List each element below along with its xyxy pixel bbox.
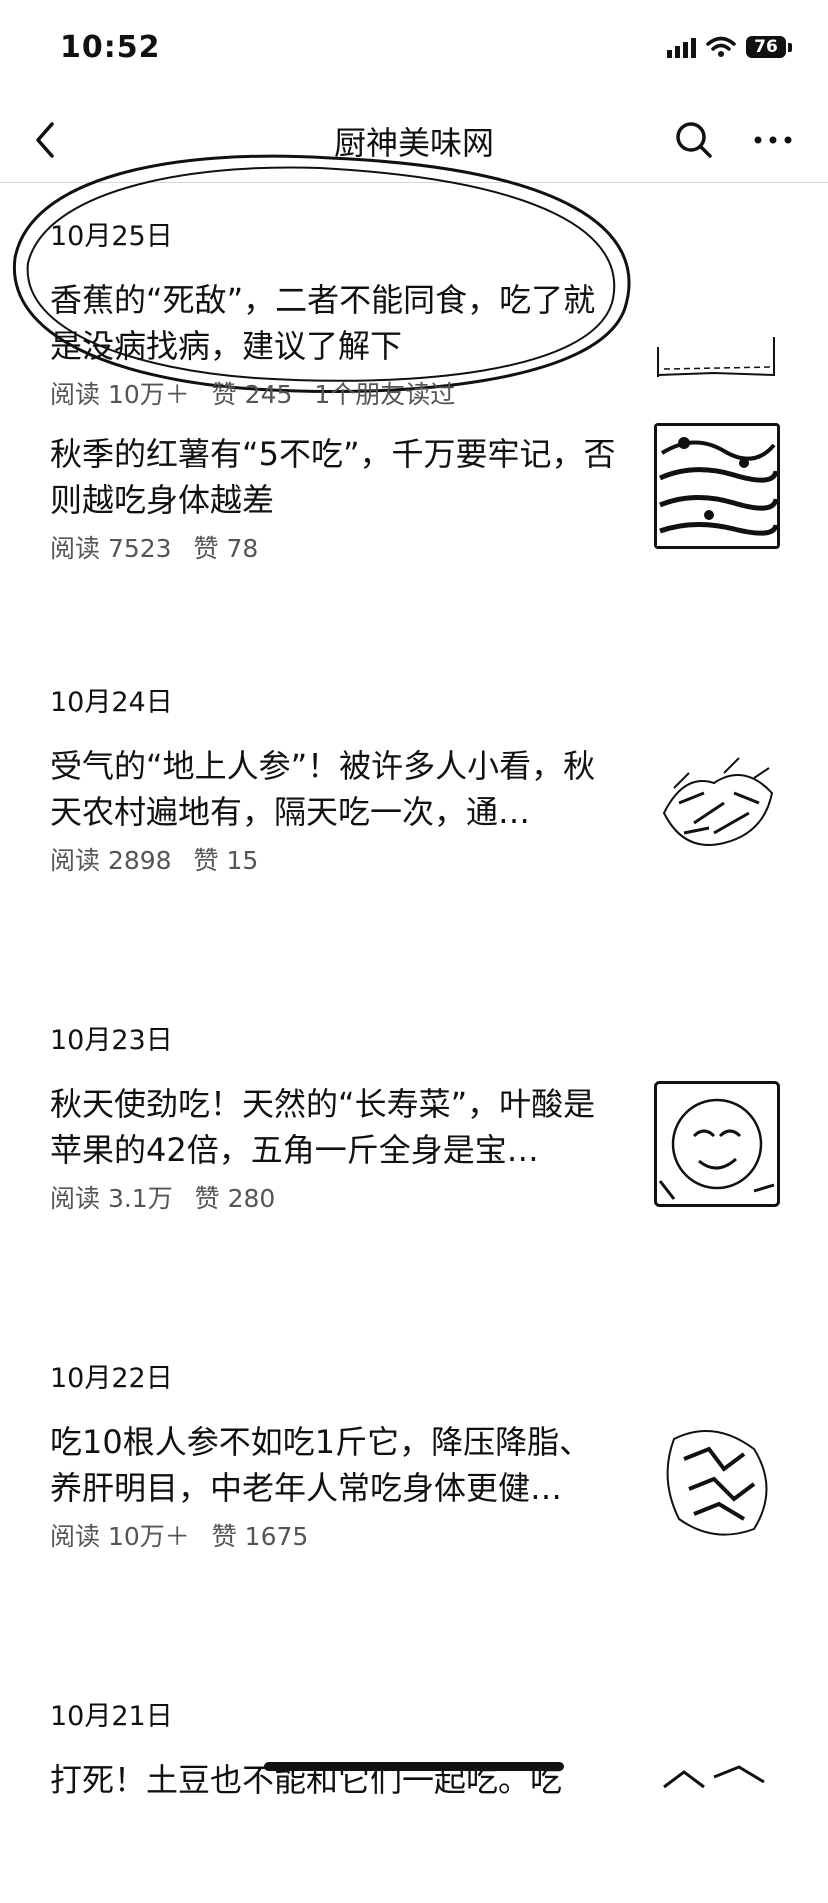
article-thumbnail xyxy=(654,423,780,549)
day-group: 10月24日 受气的“地上人参”！被许多人小看，秋天农村遍地有，隔天吃一次，通…… xyxy=(0,671,828,889)
read-count: 阅读 10万＋ xyxy=(50,1522,190,1551)
like-count: 赞 245 xyxy=(211,380,293,409)
article-title: 秋季的红薯有“5不吃”，千万要牢记，否则越吃身体越差 xyxy=(50,435,616,519)
article-meta: 阅读 7523 赞 78 xyxy=(50,529,272,565)
read-count: 阅读 2898 xyxy=(50,846,172,875)
status-icons: 76 xyxy=(667,36,792,58)
day-group: 10月21日 打死！土豆也不能和它们一起吃。吃 xyxy=(0,1685,828,1903)
day-group: 10月23日 秋天使劲吃！天然的“长寿菜”，叶酸是苹果的42倍，五角一斤全身是宝… xyxy=(0,1009,828,1227)
article-item[interactable]: 秋天使劲吃！天然的“长寿菜”，叶酸是苹果的42倍，五角一斤全身是宝… 阅读 3.… xyxy=(0,1073,828,1227)
article-item[interactable]: 吃10根人参不如吃1斤它，降压降脂、养肝明目，中老年人常吃身体更健… 阅读 10… xyxy=(0,1411,828,1565)
date-label: 10月24日 xyxy=(50,687,173,718)
article-meta: 阅读 3.1万 赞 280 xyxy=(50,1179,289,1215)
article-thumbnail xyxy=(654,1757,780,1883)
article-meta: 阅读 10万＋ 赞 1675 xyxy=(50,1517,322,1553)
like-count: 赞 78 xyxy=(193,534,259,563)
date-label: 10月22日 xyxy=(50,1363,173,1394)
date-label: 10月23日 xyxy=(50,1025,173,1056)
battery-level: 76 xyxy=(746,36,786,58)
article-title: 秋天使劲吃！天然的“长寿菜”，叶酸是苹果的42倍，五角一斤全身是宝… xyxy=(50,1085,596,1169)
search-icon[interactable] xyxy=(672,118,716,162)
article-title: 受气的“地上人参”！被许多人小看，秋天农村遍地有，隔天吃一次，通… xyxy=(50,747,596,831)
date-label: 10月25日 xyxy=(50,221,173,252)
like-count: 赞 280 xyxy=(194,1184,276,1213)
home-indicator[interactable] xyxy=(264,1762,564,1771)
date-label: 10月21日 xyxy=(50,1701,173,1732)
like-count: 赞 1675 xyxy=(211,1522,309,1551)
nav-divider xyxy=(0,182,828,183)
article-meta: 阅读 2898 赞 15 xyxy=(50,841,272,877)
day-group: 10月22日 吃10根人参不如吃1斤它，降压降脂、养肝明目，中老年人常吃身体更健… xyxy=(0,1347,828,1565)
battery-icon: 76 xyxy=(746,36,792,58)
article-item[interactable]: 受气的“地上人参”！被许多人小看，秋天农村遍地有，隔天吃一次，通… 阅读 289… xyxy=(0,735,828,889)
status-time: 10:52 xyxy=(60,30,161,65)
nav-bar: 厨神美味网 xyxy=(0,100,828,180)
article-item[interactable]: 打死！土豆也不能和它们一起吃。吃 xyxy=(0,1749,828,1903)
day-group: 10月25日 香蕉的“死敌”，二者不能同食，吃了就是没病找病，建议了解下 阅读 … xyxy=(0,205,828,577)
article-thumbnail xyxy=(654,743,780,869)
read-count: 阅读 3.1万 xyxy=(50,1184,173,1213)
like-count: 赞 15 xyxy=(193,846,259,875)
article-feed: 10月25日 香蕉的“死敌”，二者不能同食，吃了就是没病找病，建议了解下 阅读 … xyxy=(0,205,828,1903)
status-bar: 10:52 76 xyxy=(0,0,828,100)
article-title: 香蕉的“死敌”，二者不能同食，吃了就是没病找病，建议了解下 xyxy=(50,281,596,365)
article-item[interactable]: 香蕉的“死敌”，二者不能同食，吃了就是没病找病，建议了解下 阅读 10万＋ 赞 … xyxy=(0,269,828,423)
article-meta: 阅读 10万＋ 赞 245 1个朋友读过 xyxy=(50,375,469,411)
read-count: 阅读 7523 xyxy=(50,534,172,563)
article-thumbnail xyxy=(654,1081,780,1207)
article-title: 吃10根人参不如吃1斤它，降压降脂、养肝明目，中老年人常吃身体更健… xyxy=(50,1423,592,1507)
read-count: 阅读 10万＋ xyxy=(50,380,190,409)
friends-read: 1个朋友读过 xyxy=(314,380,456,409)
wifi-icon xyxy=(706,36,736,58)
article-thumbnail xyxy=(654,297,780,423)
cellular-signal-icon xyxy=(667,36,696,58)
more-icon[interactable] xyxy=(748,118,798,162)
article-thumbnail xyxy=(654,1419,780,1545)
article-item[interactable]: 秋季的红薯有“5不吃”，千万要牢记，否则越吃身体越差 阅读 7523 赞 78 xyxy=(0,423,828,577)
